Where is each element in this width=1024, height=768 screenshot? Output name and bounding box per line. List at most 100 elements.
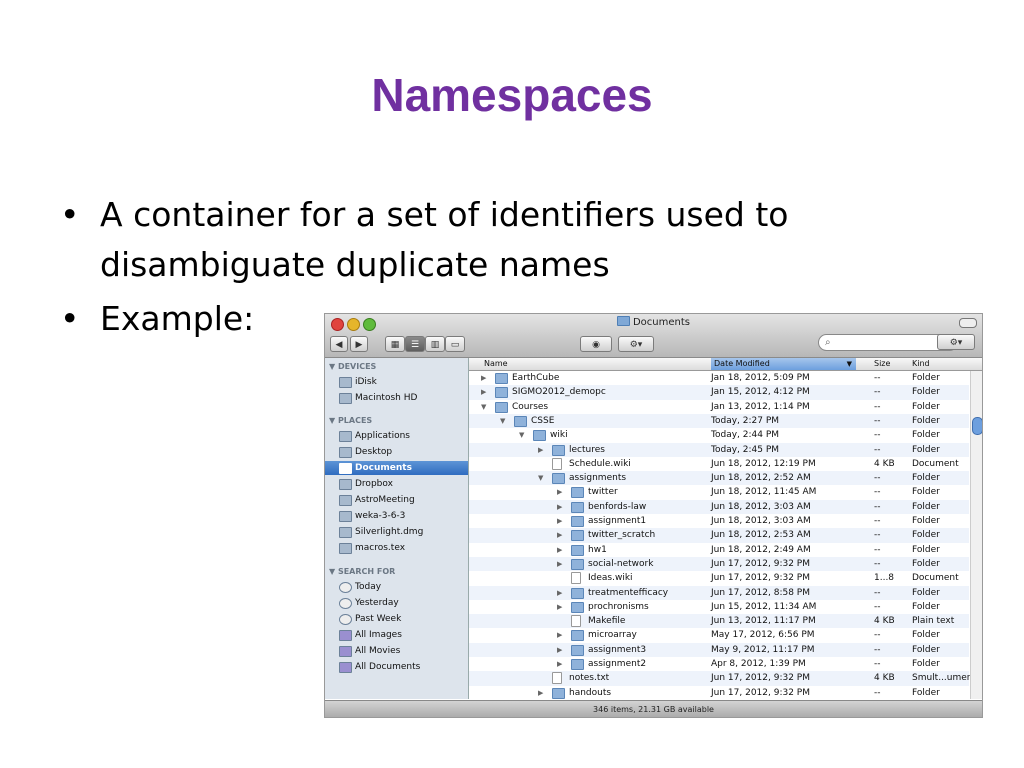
disclosure-closed-icon[interactable]: ▶	[557, 600, 562, 614]
sidebar-item-idisk[interactable]: iDisk	[325, 375, 468, 389]
file-row[interactable]: notes.txt Jun 17, 2012, 9:32 PM 4 KB Smult.…	[469, 671, 976, 686]
disclosure-open-icon[interactable]: ▼	[500, 414, 505, 428]
disclosure-closed-icon[interactable]: ▶	[557, 528, 562, 542]
file-size: --	[874, 558, 881, 569]
file-row[interactable]: ▶ lectures Today, 2:45 PM -- Folder	[469, 442, 969, 457]
list-view-button[interactable]: ☰	[405, 336, 425, 352]
sidebar-item-all-movies[interactable]: All Movies	[325, 644, 468, 658]
disclosure-closed-icon[interactable]: ▶	[557, 543, 562, 557]
action-menu-button[interactable]: ⚙▾	[618, 336, 654, 352]
dropbox-menu-button[interactable]: ⚙▾	[937, 334, 975, 350]
disclosure-closed-icon[interactable]: ▶	[557, 500, 562, 514]
file-row[interactable]: ▼ CSSE Today, 2:27 PM -- Folder	[469, 413, 969, 429]
file-row[interactable]: Schedule.wiki Jun 18, 2012, 12:19 PM 4 KB D…	[469, 457, 969, 471]
back-button[interactable]: ◀	[330, 336, 348, 352]
file-row[interactable]: ▶ treatmentefficacy Jun 17, 2012, 8:58 PM -…	[469, 585, 969, 600]
sidebar-item-applications[interactable]: Applications	[325, 429, 468, 443]
sidebar-item-today[interactable]: Today	[325, 580, 468, 594]
scrollbar-thumb[interactable]	[972, 417, 982, 435]
finder-window: Documents ◀ ▶ ▦ ☰ ▥ ▭ ◉ ⚙▾ ⌕ ⚙▾ ▼ DEVICE…	[325, 314, 982, 717]
file-row[interactable]: ▶ twitter Jun 18, 2012, 11:45 AM -- Folder	[469, 485, 969, 499]
vertical-scrollbar[interactable]	[970, 371, 982, 699]
sidebar-item-macros[interactable]: macros.tex	[325, 541, 468, 555]
sidebar-item-desktop[interactable]: Desktop	[325, 445, 468, 459]
file-row[interactable]: ▶ SIGMO2012_demopc Jan 15, 2012, 4:12 PM --…	[469, 385, 969, 400]
file-row[interactable]: ▼ assignments Jun 18, 2012, 2:52 AM -- Folde…	[469, 471, 969, 486]
file-row[interactable]: Makefile Jun 13, 2012, 11:17 PM 4 KB Plain …	[469, 614, 969, 629]
folder-icon	[495, 373, 508, 384]
folder-icon	[571, 644, 584, 656]
file-date: Jun 15, 2012, 11:34 AM	[711, 601, 817, 612]
file-row[interactable]: ▶ handouts Jun 17, 2012, 9:32 PM -- Folder	[469, 686, 969, 700]
disclosure-closed-icon[interactable]: ▶	[538, 443, 543, 457]
forward-button[interactable]: ▶	[350, 336, 368, 352]
file-size: --	[874, 415, 881, 426]
sidebar-item-astromeeting[interactable]: AstroMeeting	[325, 493, 468, 507]
sidebar-item-label: Dropbox	[355, 479, 393, 489]
file-date: Jun 17, 2012, 9:32 PM	[711, 573, 810, 584]
sidebar-item-all-images[interactable]: All Images	[325, 628, 468, 642]
file-row[interactable]: ▶ microarray May 17, 2012, 6:56 PM -- Folder	[469, 628, 969, 642]
toolbar-toggle-button[interactable]	[959, 318, 977, 328]
disclosure-closed-icon[interactable]: ▶	[557, 514, 562, 528]
column-view-button[interactable]: ▥	[425, 336, 445, 352]
sidebar-item-weka[interactable]: weka-3-6-3	[325, 509, 468, 523]
disclosure-open-icon[interactable]: ▼	[519, 428, 524, 442]
file-kind: Folder	[912, 544, 940, 555]
file-date: Today, 2:44 PM	[711, 430, 780, 441]
quicklook-button[interactable]: ◉	[580, 336, 612, 352]
disclosure-closed-icon[interactable]: ▶	[557, 643, 562, 657]
file-row[interactable]: ▶ EarthCube Jan 18, 2012, 5:09 PM -- Folder	[469, 371, 969, 385]
disclosure-closed-icon[interactable]: ▶	[538, 686, 543, 700]
disclosure-closed-icon[interactable]: ▶	[557, 586, 562, 600]
sidebar-item-documents[interactable]: Documents	[325, 461, 468, 475]
chevron-down-icon: ▾	[957, 338, 963, 348]
file-kind: Document	[912, 573, 959, 584]
coverflow-view-button[interactable]: ▭	[445, 336, 465, 352]
file-row[interactable]: ▶ assignment3 May 9, 2012, 11:17 PM -- Folde…	[469, 642, 969, 657]
column-header-kind[interactable]: Kind	[912, 359, 930, 368]
disclosure-closed-icon[interactable]: ▶	[557, 485, 562, 499]
sidebar-item-label: Past Week	[355, 614, 402, 624]
file-name: assignment2	[588, 659, 647, 669]
disclosure-closed-icon[interactable]: ▶	[557, 557, 562, 571]
bullet-glyph: •	[60, 299, 80, 338]
file-date: Jun 17, 2012, 9:32 PM	[711, 673, 810, 684]
disclosure-closed-icon[interactable]: ▶	[481, 385, 486, 399]
file-size: 4 KB	[874, 458, 895, 469]
column-header-date-label: Date Modified	[714, 359, 770, 368]
file-row[interactable]: Ideas.wiki Jun 17, 2012, 9:32 PM 1...8 Docu…	[469, 571, 969, 585]
file-row[interactable]: ▶ assignment2 Apr 8, 2012, 1:39 PM -- Folder	[469, 657, 969, 671]
file-row[interactable]: ▶ prochronisms Jun 15, 2012, 11:34 AM -- Fol…	[469, 600, 969, 614]
icon-view-button[interactable]: ▦	[385, 336, 405, 352]
disclosure-closed-icon[interactable]: ▶	[557, 628, 562, 642]
disclosure-closed-icon[interactable]: ▶	[481, 371, 486, 385]
sidebar-item-yesterday[interactable]: Yesterday	[325, 596, 468, 610]
sidebar-item-dropbox[interactable]: Dropbox	[325, 477, 468, 491]
folder-icon	[571, 587, 584, 599]
file-row[interactable]: ▶ twitter_scratch Jun 18, 2012, 2:53 AM -- F…	[469, 528, 969, 543]
sidebar-item-past-week[interactable]: Past Week	[325, 612, 468, 626]
file-row[interactable]: ▼ Courses Jan 13, 2012, 1:14 PM -- Folder	[469, 400, 969, 414]
disclosure-closed-icon[interactable]: ▶	[557, 657, 562, 671]
file-date: Jan 18, 2012, 5:09 PM	[711, 373, 810, 383]
file-name: benfords-law	[588, 501, 647, 512]
column-header-name[interactable]: Name	[484, 359, 508, 368]
file-row[interactable]: ▶ hw1 Jun 18, 2012, 2:49 AM -- Folder	[469, 543, 969, 557]
file-row[interactable]: ▶ social-network Jun 17, 2012, 9:32 PM -- Fo…	[469, 556, 969, 572]
column-header-date[interactable]: Date Modified ▼	[711, 358, 856, 370]
sidebar-item-macintosh-hd[interactable]: Macintosh HD	[325, 391, 468, 405]
file-row[interactable]: ▶ benfords-law Jun 18, 2012, 3:03 AM -- Fold…	[469, 499, 969, 514]
sidebar-item-silverlight[interactable]: Silverlight.dmg	[325, 525, 468, 539]
file-name: assignment3	[588, 644, 647, 655]
file-kind: Folder	[912, 644, 940, 655]
sidebar-item-label: Documents	[355, 463, 412, 473]
file-row[interactable]: ▶ assignment1 Jun 18, 2012, 3:03 AM -- Folde…	[469, 514, 969, 528]
sidebar-item-all-documents[interactable]: All Documents	[325, 660, 468, 674]
file-row[interactable]: ▼ wiki Today, 2:44 PM -- Folder	[469, 428, 969, 442]
file-date: Jun 18, 2012, 2:52 AM	[711, 473, 811, 484]
column-header-size[interactable]: Size	[874, 359, 890, 368]
file-name: treatmentefficacy	[588, 587, 669, 598]
disclosure-open-icon[interactable]: ▼	[481, 400, 486, 414]
disclosure-open-icon[interactable]: ▼	[538, 471, 543, 485]
